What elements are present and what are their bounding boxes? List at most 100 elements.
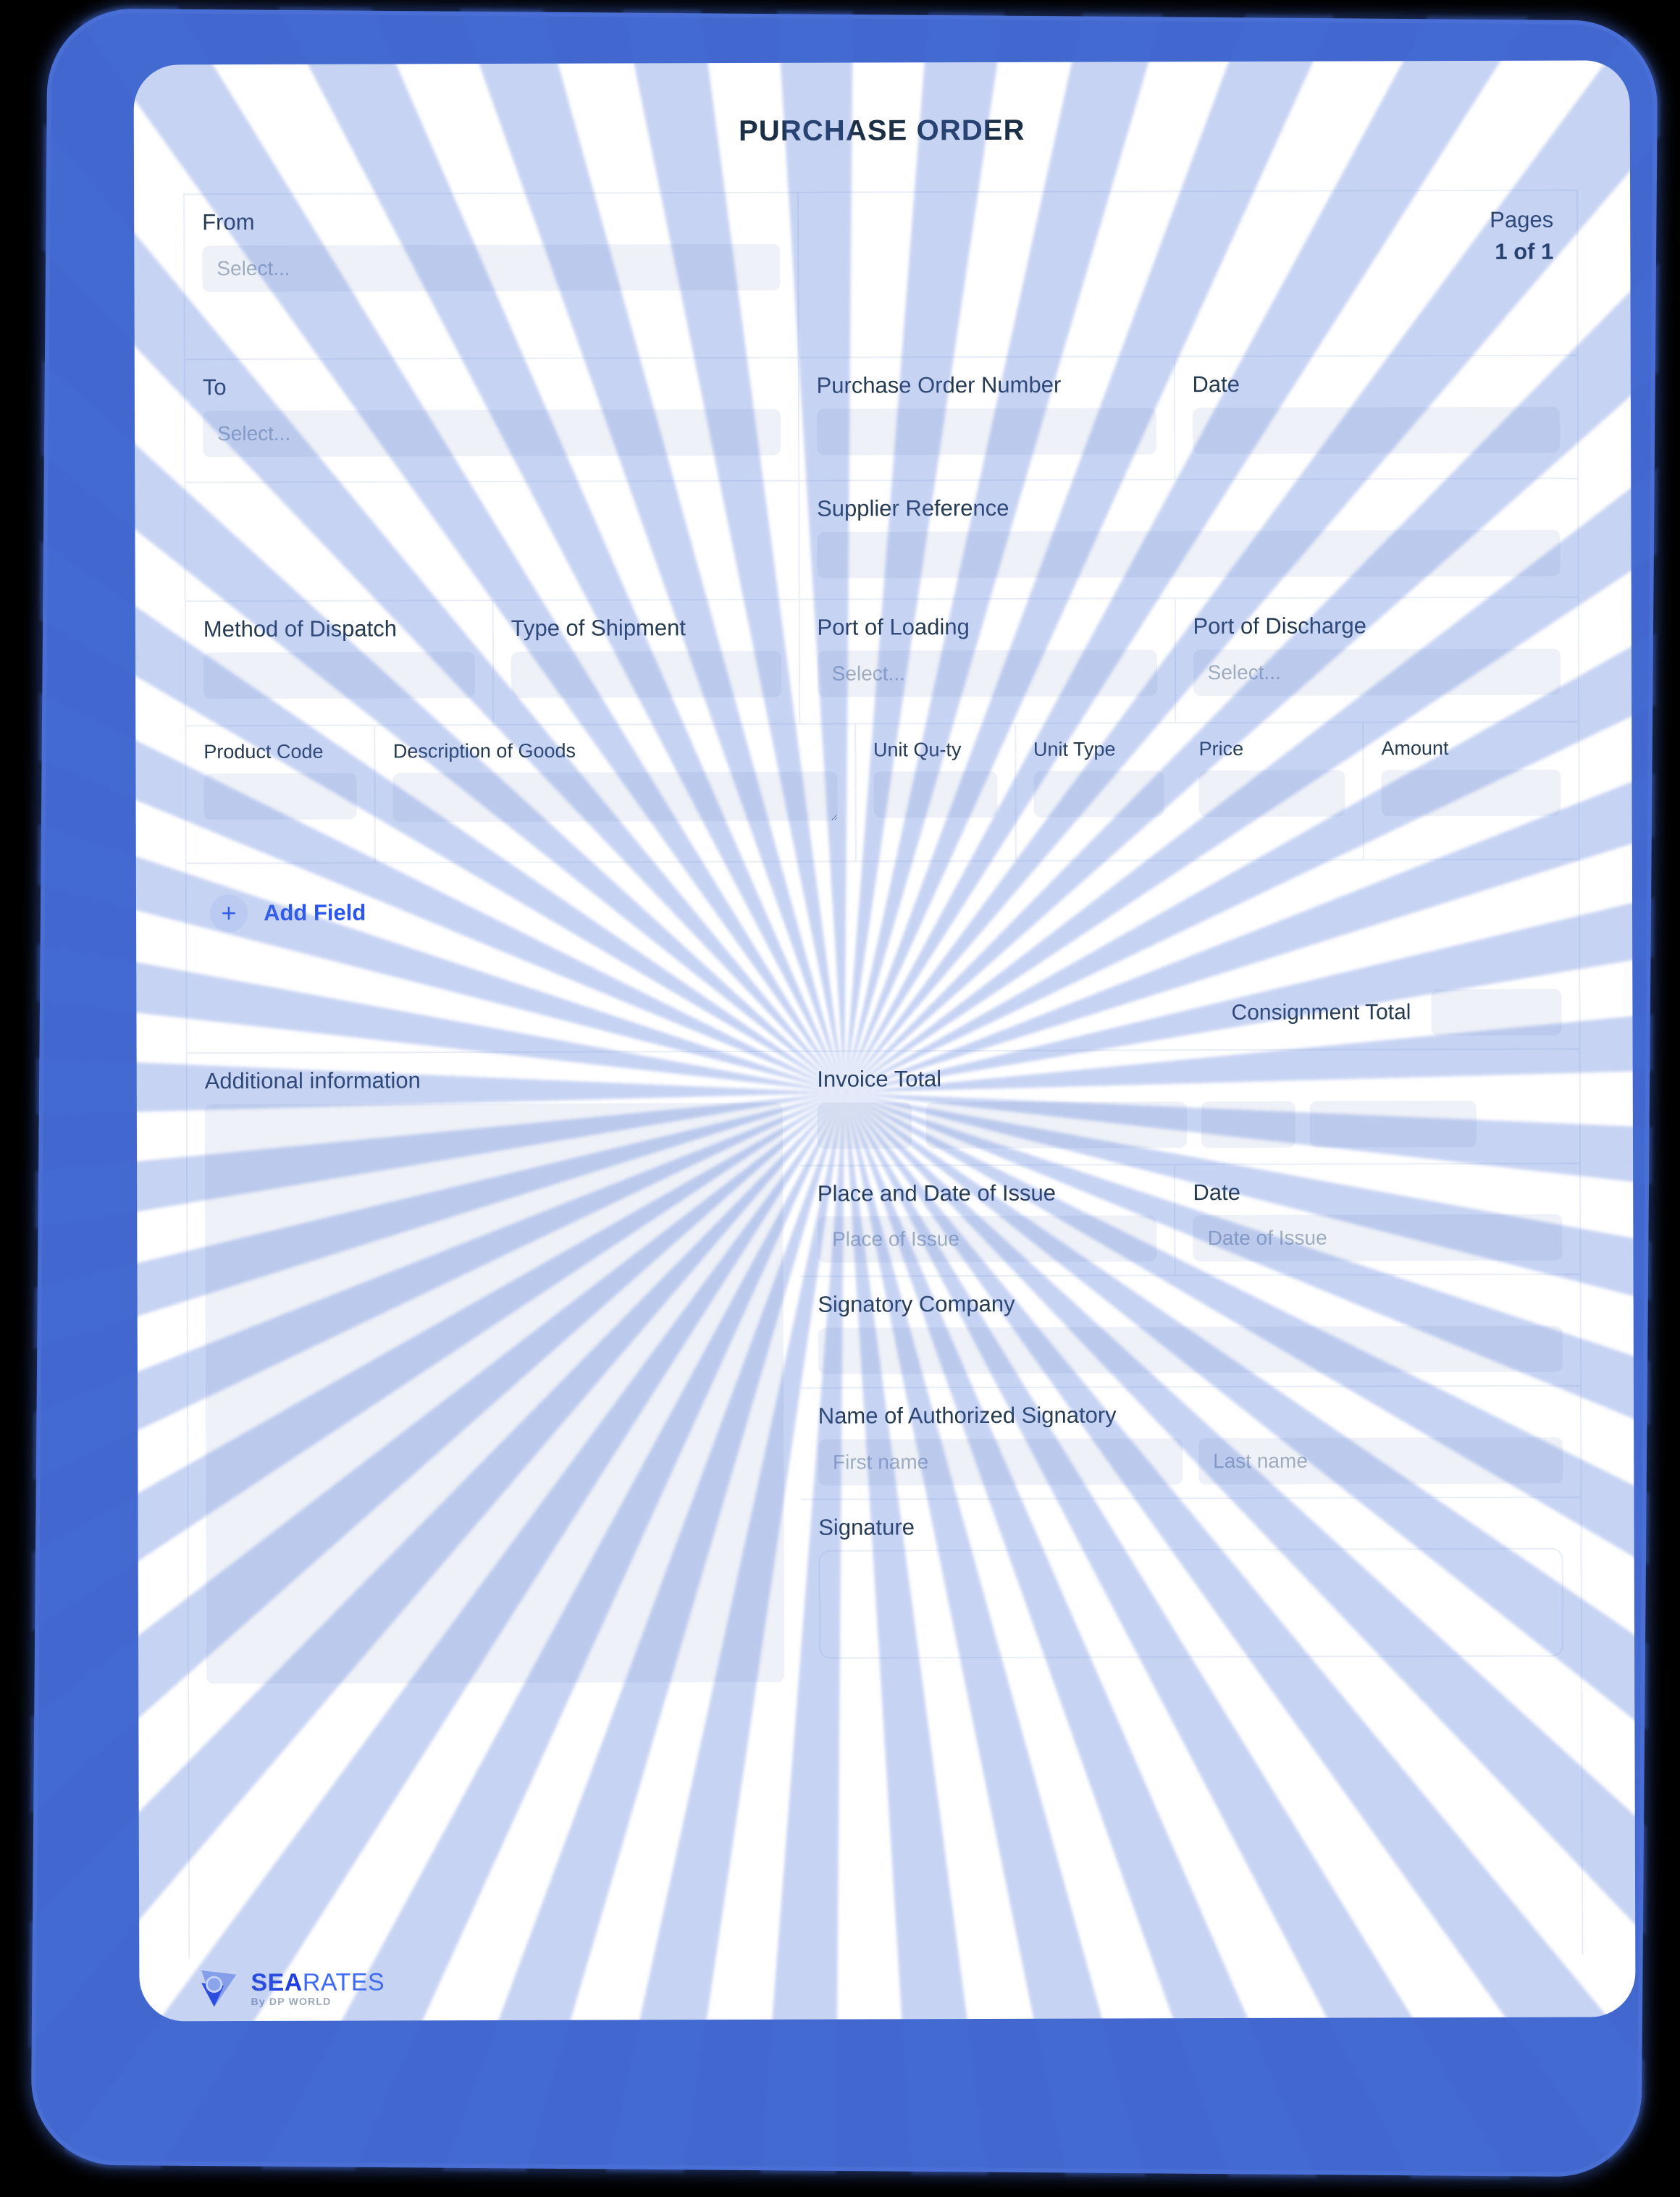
date-of-issue-input[interactable] [1193,1214,1563,1262]
signatory-last-name-input[interactable] [1198,1437,1563,1484]
from-select-input[interactable] [202,243,781,292]
to-label: To [202,374,227,400]
purchase-order-number-label: Purchase Order Number [816,371,1062,398]
invoice-total-input-2[interactable] [925,1101,1187,1148]
goods-table-row: Product Code Description of Goods Unit Q… [186,722,1579,865]
signature-label: Signature [818,1513,915,1540]
unit-type-label: Unit Type [1033,738,1116,760]
supplier-reference-label: Supplier Reference [817,495,1009,521]
port-of-loading-label: Port of Loading [817,614,970,640]
amount-label: Amount [1381,737,1449,760]
form-grid: From Pages 1 of 1 To [183,189,1584,1959]
purchase-order-document-card: PURCHASE ORDER From Pages 1 of 1 [133,60,1636,2022]
cell-purchase-order-number: Purchase Order Number [797,357,1174,480]
place-of-issue-input[interactable] [817,1215,1157,1263]
authorized-signatory-label: Name of Authorized Signatory [818,1402,1117,1429]
amount-input[interactable] [1381,769,1561,817]
branding-logo: SEARATES By DP WORLD [196,1967,385,2009]
brand-tagline: By DP WORLD [251,1995,332,2008]
row-addfield-consignment: + Add Field Consignment Total [186,860,1579,1054]
block-signature: Signature [801,1497,1581,1672]
block-authorized-signatory-name: Name of Authorized Signatory [800,1386,1581,1500]
block-signatory-company: Signatory Company [800,1274,1580,1389]
cell-port-of-discharge: Port of Discharge [1174,597,1579,723]
device-blue-frame: PURCHASE ORDER From Pages 1 of 1 [35,12,1654,2173]
product-code-input[interactable] [203,773,358,820]
from-label: From [202,209,255,235]
place-of-issue-label: Place and Date of Issue [817,1180,1057,1206]
invoice-total-inputs [817,1100,1561,1149]
row-from-pages: From Pages 1 of 1 [185,190,1577,361]
searates-logo-icon [201,1970,237,2007]
cell-order-date: Date [1173,356,1578,479]
page-title: PURCHASE ORDER [739,114,1025,148]
description-of-goods-label: Description of Goods [392,739,576,763]
cell-unit-qty: Unit Qu-ty [854,723,1015,861]
signature-canvas[interactable] [818,1547,1564,1659]
row-dispatch-ports: Method of Dispatch Type of Shipment Port… [185,597,1579,727]
add-field-label: Add Field [263,899,366,925]
additional-information-textarea[interactable] [204,1102,784,1684]
port-of-loading-select-input[interactable] [817,649,1157,697]
additional-information-label: Additional information [204,1067,421,1094]
cell-method-of-dispatch: Method of Dispatch [186,601,492,725]
method-of-dispatch-input[interactable] [203,651,475,699]
supplier-reference-input[interactable] [817,529,1561,579]
cell-place-of-issue: Place and Date of Issue [800,1165,1175,1276]
invoice-total-label: Invoice Total [817,1066,942,1092]
invoice-total-input-3[interactable] [1201,1101,1295,1148]
cell-right-stack: Invoice Total Place and Date of Issue Pl… [799,1049,1581,1695]
brand-name-part2: RATES [302,1968,385,1996]
cell-to: To [185,358,798,482]
cell-date-of-issue: Date [1174,1164,1580,1275]
screenshot-stage: PURCHASE ORDER From Pages 1 of 1 [0,0,1680,2197]
cell-unit-type: Unit Type [1014,723,1183,860]
signatory-company-label: Signatory Company [818,1291,1015,1317]
to-select-input[interactable] [202,408,781,457]
cell-description-of-goods: Description of Goods [374,724,855,862]
plus-icon: + [209,894,248,933]
consignment-total-input[interactable] [1431,988,1562,1036]
description-of-goods-textarea[interactable] [392,771,838,823]
unit-qty-input[interactable] [873,771,998,818]
pages-value: 1 of 1 [1495,238,1554,264]
invoice-total-input-4[interactable] [1309,1100,1477,1148]
add-field-button[interactable]: + Add Field [204,875,1561,949]
method-of-dispatch-label: Method of Dispatch [203,616,398,642]
type-of-shipment-label: Type of Shipment [511,615,686,641]
unit-type-input[interactable] [1033,770,1164,818]
port-of-discharge-select-input[interactable] [1193,648,1561,696]
signatory-company-input[interactable] [818,1325,1563,1374]
cell-pages: Pages 1 of 1 [1229,191,1577,356]
row-supplier-reference: Supplier Reference [185,479,1578,602]
cell-port-of-loading: Port of Loading [798,599,1175,723]
cell-amount: Amount [1362,722,1579,860]
row-additional-signatory: Additional information Invoice Total Pla… [188,1049,1582,1697]
order-date-label: Date [1192,371,1240,398]
branding-text: SEARATES By DP WORLD [251,1968,385,2008]
cell-price: Price [1181,723,1362,860]
purchase-order-number-input[interactable] [816,407,1156,455]
cell-spacer-top [797,192,1230,357]
unit-qty-label: Unit Qu-ty [873,739,962,761]
price-input[interactable] [1198,770,1345,818]
type-of-shipment-input[interactable] [511,650,781,698]
cell-addfield-consignment: + Add Field Consignment Total [187,860,1579,1053]
order-date-input[interactable] [1192,406,1561,454]
row-to-ponumber-date: To Purchase Order Number Date [185,356,1578,484]
cell-additional-information: Additional information [188,1052,802,1697]
cell-from: From [185,193,797,359]
signatory-name-inputs [818,1427,1563,1486]
brand-name-part1: SEA [251,1968,303,1997]
cell-supplier-reference: Supplier Reference [797,479,1578,599]
signatory-first-name-input[interactable] [818,1437,1183,1486]
invoice-total-input-1[interactable] [817,1101,912,1149]
consignment-total-line: Consignment Total [204,988,1562,1040]
cell-type-of-shipment: Type of Shipment [492,600,799,725]
brand-name: SEARATES [251,1968,385,1997]
pages-label: Pages [1490,206,1554,232]
block-place-date-issue: Place and Date of Issue Date [799,1164,1580,1278]
port-of-discharge-label: Port of Discharge [1193,613,1367,639]
price-label: Price [1198,737,1244,760]
block-invoice-total: Invoice Total [799,1049,1580,1167]
